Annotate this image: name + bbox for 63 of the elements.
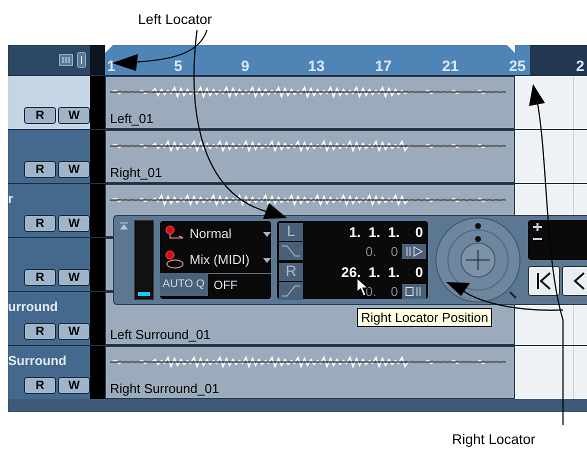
ruler-number: 5 [174, 59, 182, 74]
pause-play-icon [405, 246, 424, 256]
ruler-number: 25 [509, 59, 526, 74]
ruler-number: 17 [375, 59, 392, 74]
ruler-number: 21 [442, 59, 459, 74]
grid-icon [59, 54, 73, 66]
offset-value: 0. 0 [365, 244, 398, 258]
right-locator-marker [507, 45, 515, 53]
event-name: Left Surround_01 [110, 328, 210, 341]
fade-in-icon [282, 285, 300, 297]
callout-label: Left Locator [138, 12, 212, 26]
fade-out-icon [282, 245, 300, 257]
track-name: urround [8, 300, 58, 313]
plus-minus-icon [532, 223, 544, 243]
track-header[interactable]: R W [8, 238, 90, 291]
ruler-number: 9 [241, 59, 250, 74]
write-button[interactable]: W [58, 107, 90, 124]
read-button[interactable]: R [24, 377, 56, 394]
track-name: Surround [8, 354, 66, 367]
track-header[interactable]: r R W [8, 184, 90, 237]
pause-stop-icon [405, 286, 424, 296]
bar-icon [77, 52, 86, 68]
track-header[interactable]: Surround R W [8, 346, 90, 399]
rewind-button[interactable] [562, 266, 587, 296]
cycle-mode-icon [164, 250, 184, 270]
read-button[interactable]: R [24, 161, 56, 178]
track-name: r [8, 192, 14, 205]
write-button[interactable]: W [58, 269, 90, 286]
read-button[interactable]: R [24, 107, 56, 124]
write-button[interactable]: W [58, 377, 90, 394]
ruler-number: 1 [107, 59, 116, 74]
track-header[interactable]: urround R W [8, 292, 90, 345]
cycle-mode-dropdown[interactable]: Mix (MIDI) [190, 250, 250, 270]
collapse-icon [120, 222, 128, 230]
track-header[interactable]: R W [8, 130, 90, 183]
write-button[interactable]: W [58, 323, 90, 340]
auto-quantize-value: OFF [212, 276, 238, 294]
dropdown-arrow-icon [263, 232, 272, 236]
read-button[interactable]: R [24, 269, 56, 286]
event-name: Right Surround_01 [110, 382, 220, 395]
audio-event[interactable]: Right_01 [105, 130, 515, 183]
track-header[interactable]: R W [8, 76, 90, 129]
record-mode-dropdown[interactable]: Normal [190, 224, 232, 244]
callout-label: Right Locator [452, 432, 536, 446]
audio-event[interactable]: Right Surround_01 [105, 346, 515, 399]
ruler-strip [90, 45, 105, 75]
ruler-number: 13 [308, 59, 325, 74]
event-name: Right_01 [110, 166, 162, 179]
locator-position[interactable]: 1. 1. 1. 0 [304, 223, 426, 241]
skip-start-icon [536, 272, 552, 290]
write-button[interactable]: W [58, 215, 90, 232]
read-button[interactable]: R [24, 323, 56, 340]
write-button[interactable]: W [58, 161, 90, 178]
audio-event[interactable]: Left_01 [105, 76, 515, 129]
tooltip: Right Locator Position [357, 308, 492, 327]
read-button[interactable]: R [24, 215, 56, 232]
ruler-number: 2 [576, 59, 584, 74]
go-to-start-button[interactable] [528, 266, 560, 296]
event-name: Left_01 [110, 112, 154, 125]
dropdown-arrow-icon [263, 258, 272, 262]
locator-position[interactable]: 26. 1. 1. 0 [304, 263, 426, 281]
auto-quantize-button[interactable]: AUTO Q [160, 273, 208, 296]
left-locator-marker [105, 45, 113, 53]
